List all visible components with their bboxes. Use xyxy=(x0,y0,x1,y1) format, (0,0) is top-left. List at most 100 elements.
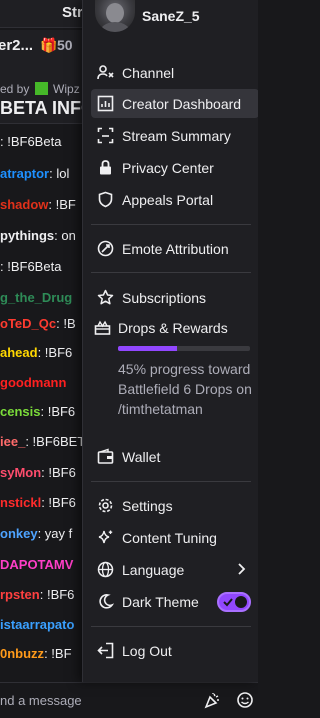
drops-progress-fill xyxy=(118,346,178,351)
menu-item-log-out[interactable]: Log Out xyxy=(91,636,258,665)
menu-item-label: Stream Summary xyxy=(122,128,231,144)
chat-username[interactable]: syMon xyxy=(0,465,41,480)
chat-message: pythings: on xyxy=(0,225,76,247)
chat-username[interactable]: g_the_Drug xyxy=(0,290,72,305)
chat-message: nstickl: !BF6 xyxy=(0,492,76,514)
message-text: : !B xyxy=(56,316,76,331)
chat-username[interactable]: shadow xyxy=(0,197,48,212)
message-text: : !BF6 xyxy=(37,345,73,360)
menu-item-content-tuning[interactable]: Content Tuning xyxy=(91,523,258,552)
message-text: : !BF6BET xyxy=(25,434,86,449)
menu-item-language[interactable]: Language xyxy=(91,555,258,584)
menu-item-emote-attribution[interactable]: Emote Attribution xyxy=(91,234,258,263)
announcement-by-text: ed by xyxy=(0,82,30,96)
message-text: : !BF6 xyxy=(39,587,75,602)
menu-item-privacy-center[interactable]: Privacy Center xyxy=(91,153,258,182)
shield-icon xyxy=(97,191,114,208)
chat-message: oTeD_Qc: !B xyxy=(0,313,76,335)
menu-divider xyxy=(91,272,251,273)
menu-item-wallet[interactable]: Wallet xyxy=(91,442,258,471)
chat-username[interactable]: onkey xyxy=(0,526,38,541)
stream-summary-icon xyxy=(97,127,114,144)
user-menu: SaneZ_5 Channel Creator Dashboard Stream… xyxy=(82,0,258,682)
gift-box-icon xyxy=(94,319,111,336)
chat-message: 0nbuzz: !BF xyxy=(0,643,72,665)
drops-progress-text: 45% progress toward Battlefield 6 Drops … xyxy=(118,361,252,417)
menu-divider xyxy=(91,626,251,627)
menu-item-appeals-portal[interactable]: Appeals Portal xyxy=(91,185,258,214)
chat-message: syMon: !BF6 xyxy=(0,462,76,484)
chat-username[interactable]: rpsten xyxy=(0,587,40,602)
chat-input-bar[interactable]: nd a message xyxy=(0,682,258,718)
checkmark-icon xyxy=(222,596,234,608)
chat-message: goodmann xyxy=(0,372,66,394)
chat-message: DAPOTAMV xyxy=(0,554,73,576)
toggle-knob xyxy=(235,596,247,608)
message-text: : !BF xyxy=(48,197,76,212)
message-text: : !BF xyxy=(44,646,72,661)
menu-item-stream-summary[interactable]: Stream Summary xyxy=(91,121,258,150)
chat-header-title: Str xyxy=(62,4,83,21)
chat-username[interactable]: goodmann xyxy=(0,375,66,390)
menu-item-subscriptions[interactable]: Subscriptions xyxy=(91,283,258,312)
chat-username[interactable]: atraptor xyxy=(0,166,49,181)
menu-divider xyxy=(91,224,251,225)
menu-divider xyxy=(91,481,251,482)
message-text: : !BF6Beta xyxy=(0,259,62,274)
menu-item-label: Content Tuning xyxy=(122,530,217,546)
menu-item-channel[interactable]: Channel xyxy=(91,58,258,87)
menu-item-label: Log Out xyxy=(122,643,172,659)
chat-message: onkey: yay f xyxy=(0,523,72,545)
chat-username[interactable]: censis xyxy=(0,404,40,419)
menu-item-label: Settings xyxy=(122,498,173,514)
chat-username[interactable]: iee_ xyxy=(0,434,25,449)
emote-picker-icon[interactable] xyxy=(236,691,254,709)
menu-item-label: Channel xyxy=(122,65,175,81)
moon-icon xyxy=(97,593,114,610)
user-header[interactable]: SaneZ_5 xyxy=(83,0,258,32)
username: SaneZ_5 xyxy=(142,8,200,24)
sparkle-icon xyxy=(97,529,114,546)
chat-message: : !BF6Beta xyxy=(0,131,61,153)
menu-item-label: Privacy Center xyxy=(122,160,214,176)
chat-username[interactable]: pythings xyxy=(0,228,54,243)
person-icon xyxy=(97,64,114,81)
chevron-right-icon xyxy=(233,561,249,577)
chat-message: istaarrapato xyxy=(0,614,74,636)
emote-attribution-icon xyxy=(97,240,114,257)
chat-input-placeholder: nd a message xyxy=(0,693,82,708)
chat-message: : !BF6Beta xyxy=(0,256,61,278)
dark-theme-toggle[interactable] xyxy=(217,592,251,612)
menu-item-label: Creator Dashboard xyxy=(122,96,242,112)
screen: Str er2... 🎁 50 ed by Wipz BETA INFO: : … xyxy=(0,0,258,718)
chat-message: censis: !BF6 xyxy=(0,401,75,423)
avatar xyxy=(95,0,135,32)
chat-message: atraptor: lol xyxy=(0,163,69,185)
message-text: : on xyxy=(54,228,76,243)
lock-icon xyxy=(97,159,114,176)
chat-message: shadow: !BF xyxy=(0,194,76,216)
party-popper-icon[interactable] xyxy=(204,691,222,709)
chat-username[interactable]: DAPOTAMV xyxy=(0,557,73,572)
globe-icon xyxy=(97,561,114,578)
menu-item-creator-dashboard[interactable]: Creator Dashboard xyxy=(91,89,258,118)
pinned-user: er2... xyxy=(0,37,34,54)
message-text: : !BF6Beta xyxy=(0,134,62,149)
verified-badge-icon xyxy=(34,82,48,95)
menu-item-label: Subscriptions xyxy=(122,290,207,306)
gear-icon xyxy=(97,497,114,514)
chat-username[interactable]: 0nbuzz xyxy=(0,646,44,661)
star-icon xyxy=(97,289,114,306)
message-text: : !BF6 xyxy=(41,465,76,480)
menu-item-drops-rewards[interactable]: Drops & Rewards xyxy=(91,313,258,342)
chat-username[interactable]: oTeD_Qc xyxy=(0,316,56,331)
message-text: : !BF6 xyxy=(41,495,76,510)
wallet-icon xyxy=(97,448,114,465)
menu-item-label: Emote Attribution xyxy=(122,241,229,257)
menu-item-settings[interactable]: Settings xyxy=(91,491,258,520)
chat-message: ahead: !BF6 xyxy=(0,342,72,364)
chat-username[interactable]: ahead xyxy=(0,345,38,360)
chat-username[interactable]: nstickl xyxy=(0,495,41,510)
message-text: : yay f xyxy=(37,526,73,541)
chat-username[interactable]: istaarrapato xyxy=(0,617,74,632)
